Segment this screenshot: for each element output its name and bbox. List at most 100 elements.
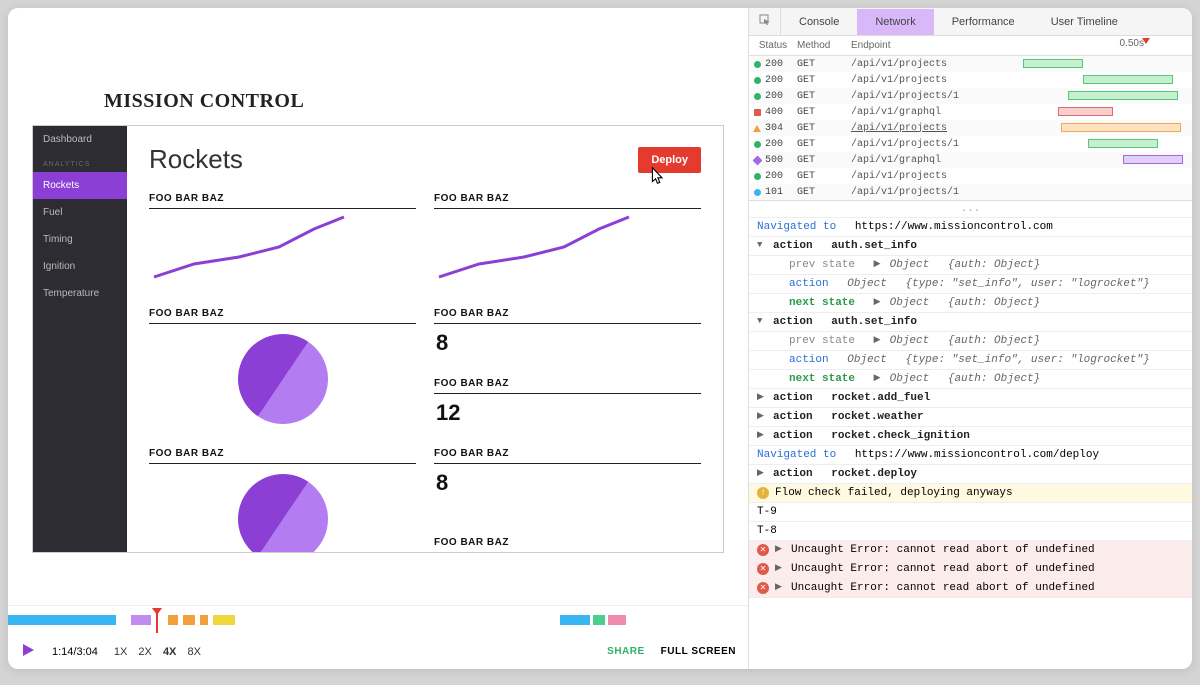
card-title: FOO BAR BAZ [149,448,416,464]
playback-time: 1:14/3:04 [52,646,98,658]
col-endpoint: Endpoint [851,40,1013,51]
network-rows: 200GET/api/v1/projects200GET/api/v1/proj… [749,56,1192,200]
pie-chart-icon [220,457,345,552]
play-icon [20,642,36,658]
network-row[interactable]: 200GET/api/v1/projects/1 [749,136,1192,152]
sidebar-item-fuel[interactable]: Fuel [33,199,127,226]
speed-1x[interactable]: 1X [114,646,127,658]
console-line[interactable]: ▼action auth.set_info [749,237,1192,256]
sidebar-item-timing[interactable]: Timing [33,226,127,253]
sidebar-item-dashboard[interactable]: Dashboard [33,126,127,153]
app-window: Dashboard ANALYTICS Rockets Fuel Timing … [32,125,724,553]
console-line[interactable]: ▶action rocket.add_fuel [749,389,1192,408]
console-line: next state ▶Object {auth: Object} [749,370,1192,389]
tab-user-timeline[interactable]: User Timeline [1033,9,1136,35]
playback-bar: 1:14/3:04 1X 2X 4X 8X SHARE FULL SCREEN [8,605,748,669]
console-line: T-9 [749,503,1192,522]
line-chart-icon [149,209,349,289]
scrub-segment [200,615,208,625]
play-button[interactable] [20,642,36,661]
card-value: 8 [434,324,701,362]
inspect-icon[interactable] [749,8,781,35]
network-row[interactable]: 101GET/api/v1/projects/1 [749,184,1192,200]
scrub-segment [8,615,116,625]
network-header: Status Method Endpoint 0.50s [749,36,1192,56]
error-icon: ✕ [757,544,769,556]
network-row[interactable]: 200GET/api/v1/projects [749,56,1192,72]
main-panel: Rockets Deploy FOO BAR BAZ F [127,126,723,552]
speed-2x[interactable]: 2X [138,646,151,658]
fullscreen-button[interactable]: FULL SCREEN [661,646,736,657]
scrub-segment [560,615,590,625]
card-title: FOO BAR BAZ [434,448,701,464]
scrub-segment [131,615,151,625]
scrub-segment [213,615,235,625]
card-title: FOO BAR BAZ [149,193,416,209]
network-row[interactable]: 400GET/api/v1/graphql [749,104,1192,120]
console-line[interactable]: ▶action rocket.deploy [749,465,1192,484]
network-row[interactable]: 304GET/api/v1/projects [749,120,1192,136]
speed-controls: 1X 2X 4X 8X [114,646,209,658]
pie-chart-icon [220,317,345,442]
console-output: ... Navigated to https://www.missioncont… [749,200,1192,669]
card-title: FOO BAR BAZ [434,537,701,552]
devtools-panel: Console Network Performance User Timelin… [748,8,1192,669]
col-status: Status [749,40,797,51]
sidebar-section-analytics: ANALYTICS [33,153,127,172]
card-line-2: FOO BAR BAZ [434,193,701,294]
scrub-track[interactable] [8,606,748,634]
speed-4x[interactable]: 4X [163,646,176,658]
network-row[interactable]: 200GET/api/v1/projects [749,72,1192,88]
card-num-8a: FOO BAR BAZ 8 [434,308,701,364]
card-value: 12 [434,394,701,432]
card-title: FOO BAR BAZ [434,193,701,209]
network-row[interactable]: 200GET/api/v1/projects/1 [749,88,1192,104]
col-waterfall: 0.50s [1013,40,1192,51]
network-row[interactable]: 200GET/api/v1/projects [749,168,1192,184]
card-line-1: FOO BAR BAZ [149,193,416,294]
console-line: Navigated to https://www.missioncontrol.… [749,446,1192,465]
console-line[interactable]: ▶action rocket.check_ignition [749,427,1192,446]
scrub-segment [608,615,626,625]
share-button[interactable]: SHARE [607,646,645,657]
line-chart-icon [434,209,634,289]
app-title: MISSION CONTROL [104,90,724,113]
card-pie-2: FOO BAR BAZ [149,448,416,552]
card-title: FOO BAR BAZ [434,308,701,324]
card-num-12: FOO BAR BAZ 12 [434,378,701,434]
scrub-segment [168,615,178,625]
console-error[interactable]: ✕▶Uncaught Error: cannot read abort of u… [749,560,1192,579]
card-pie-1: FOO BAR BAZ [149,308,416,434]
error-icon: ✕ [757,582,769,594]
tab-performance[interactable]: Performance [934,9,1033,35]
console-line: Navigated to https://www.missioncontrol.… [749,218,1192,237]
console-line: next state ▶Object {auth: Object} [749,294,1192,313]
page-heading: Rockets [149,144,243,175]
sidebar-item-rockets[interactable]: Rockets [33,172,127,199]
sidebar-item-ignition[interactable]: Ignition [33,253,127,280]
speed-8x[interactable]: 8X [187,646,200,658]
console-error[interactable]: ✕▶Uncaught Error: cannot read abort of u… [749,541,1192,560]
network-row[interactable]: 500GET/api/v1/graphql [749,152,1192,168]
console-error[interactable]: ✕▶Uncaught Error: cannot read abort of u… [749,579,1192,598]
console-warning: !Flow check failed, deploying anyways [749,484,1192,503]
cards-grid: FOO BAR BAZ FOO BAR BAZ FOO BAR BAZ [149,193,701,552]
tab-network[interactable]: Network [857,9,933,35]
card-num-8b: FOO BAR BAZ 8 [434,448,701,523]
sidebar-item-temperature[interactable]: Temperature [33,280,127,307]
card-num-cut: FOO BAR BAZ [434,537,701,552]
error-icon: ✕ [757,563,769,575]
scrub-segment [593,615,605,625]
console-line[interactable]: ▶action rocket.weather [749,408,1192,427]
playhead-marker[interactable] [152,608,162,615]
time-marker: 0.50s [1120,38,1144,49]
sidebar: Dashboard ANALYTICS Rockets Fuel Timing … [33,126,127,552]
console-line[interactable]: ▼action auth.set_info [749,313,1192,332]
scrub-segment [183,615,195,625]
tab-console[interactable]: Console [781,9,857,35]
warning-icon: ! [757,487,769,499]
console-line: action Object {type: "set_info", user: "… [749,275,1192,294]
card-value: 8 [434,464,701,502]
console-line: T-8 [749,522,1192,541]
ellipsis: ... [749,201,1192,218]
